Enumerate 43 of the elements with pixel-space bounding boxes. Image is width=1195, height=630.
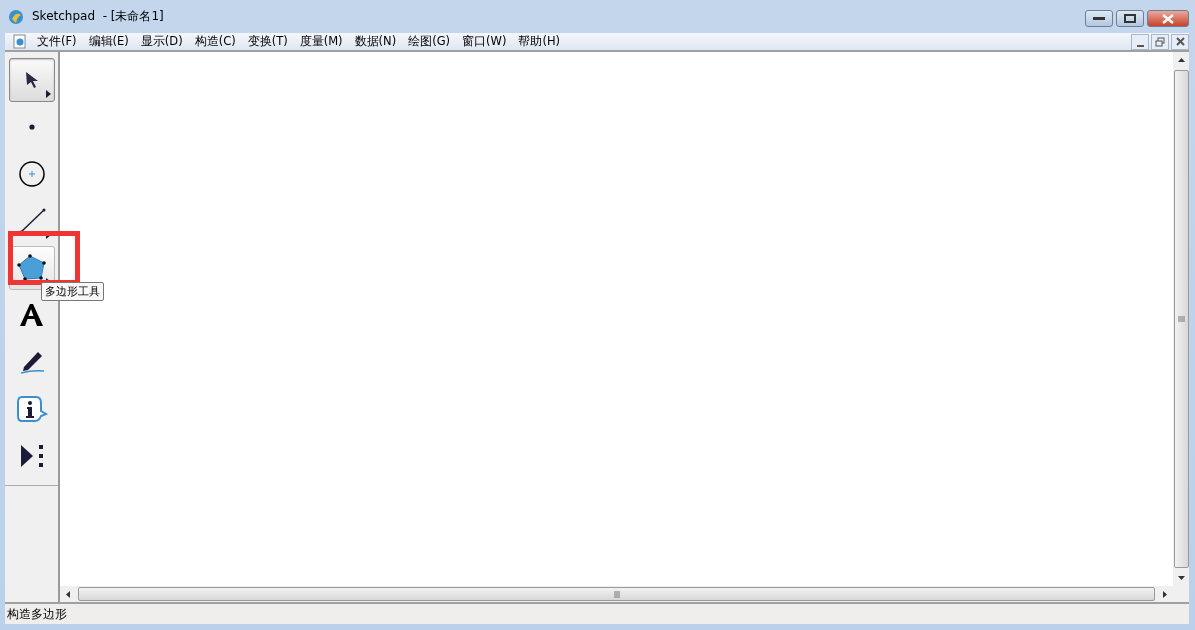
menu-item[interactable]: 窗口(W) <box>456 34 513 49</box>
menu-item[interactable]: 文件(F) <box>31 34 83 49</box>
close-button[interactable] <box>1171 33 1189 50</box>
close-icon <box>1162 13 1174 24</box>
info-bubble-icon <box>15 395 48 423</box>
minimize-icon <box>1136 44 1144 47</box>
grip-icon <box>613 590 620 598</box>
close-icon <box>1175 37 1185 46</box>
grip-icon <box>1177 316 1185 322</box>
menu-item[interactable]: 编辑(E) <box>82 34 135 49</box>
custom-tool-icon <box>19 444 44 468</box>
maximize-button[interactable] <box>1116 10 1144 27</box>
circle-icon <box>17 160 46 188</box>
status-text: 构造多边形 <box>7 606 67 622</box>
app-logo-icon <box>8 8 24 25</box>
restore-button[interactable] <box>1151 33 1169 50</box>
point-icon <box>28 124 35 130</box>
scroll-up-icon <box>1177 58 1185 62</box>
scroll-right-icon <box>1163 590 1167 598</box>
pentagon-icon <box>16 254 47 282</box>
scroll-down-icon <box>1177 576 1185 580</box>
menu-item[interactable]: 数据(N) <box>348 34 403 49</box>
maximize-icon <box>1124 14 1136 23</box>
menu-item[interactable]: 构造(C) <box>188 34 242 49</box>
menu-item[interactable]: 度量(M) <box>293 34 349 49</box>
document-icon <box>13 34 27 49</box>
minimize-button[interactable] <box>1131 33 1149 50</box>
text-tool-icon <box>18 303 45 327</box>
arrow-pointer-icon <box>23 71 40 89</box>
restore-icon <box>1155 36 1165 47</box>
menu-item[interactable]: 变换(T) <box>241 34 294 49</box>
menu-item[interactable]: 显示(D) <box>134 34 189 49</box>
minimize-icon <box>1093 16 1105 21</box>
menu-item[interactable]: 帮助(H) <box>512 34 567 49</box>
close-button[interactable] <box>1147 10 1189 27</box>
submenu-arrow-icon <box>45 90 51 98</box>
minimize-button[interactable] <box>1085 10 1113 27</box>
vertical-scrollbar[interactable] <box>1173 52 1189 586</box>
tooltip: 多边形工具 <box>41 282 104 301</box>
scroll-left-icon <box>66 590 70 598</box>
tool-button[interactable] <box>8 58 55 102</box>
window-title: Sketchpad - [未命名1] <box>32 8 164 25</box>
menu-item[interactable]: 绘图(G) <box>402 34 457 49</box>
